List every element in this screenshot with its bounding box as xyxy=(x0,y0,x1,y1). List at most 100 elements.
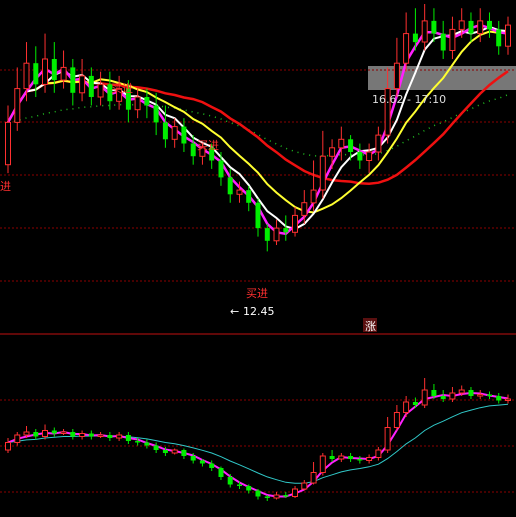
sub-candle xyxy=(505,398,511,401)
sub-candle xyxy=(384,427,391,451)
main-candle xyxy=(431,20,437,34)
buy-signal-label-1: 买进 xyxy=(111,82,133,95)
main-candle xyxy=(246,190,252,203)
main-candle xyxy=(23,62,30,90)
main-candle xyxy=(273,227,280,242)
main-candle xyxy=(153,105,159,123)
sub-candle xyxy=(440,396,446,399)
main-candle xyxy=(218,160,224,178)
low-price-arrow: ← xyxy=(230,305,239,318)
sub-candle xyxy=(199,460,205,464)
main-candle xyxy=(134,96,141,111)
main-candle xyxy=(60,66,67,81)
rise-badge[interactable]: 涨 xyxy=(365,320,376,333)
main-candle xyxy=(236,189,243,195)
sub-candle xyxy=(310,472,317,484)
sub-candle xyxy=(301,482,308,490)
sub-candle xyxy=(79,433,86,437)
sub-candle xyxy=(23,431,30,436)
main-candle xyxy=(283,228,289,233)
main-candle xyxy=(33,63,39,85)
main-candle xyxy=(393,62,400,90)
sub-candle xyxy=(144,442,150,446)
sub-candle xyxy=(421,389,428,406)
sub-candle xyxy=(273,494,280,499)
main-candles xyxy=(5,4,511,252)
sub-candle xyxy=(246,486,252,491)
main-candle xyxy=(5,121,11,166)
sub-candle xyxy=(431,390,437,396)
sub-candle xyxy=(468,390,474,396)
main-candle xyxy=(468,20,474,34)
sub-candle xyxy=(338,455,345,460)
main-candle xyxy=(181,126,187,144)
sub-candle xyxy=(60,431,67,434)
sub-candle xyxy=(375,449,382,458)
sub-candle xyxy=(107,435,113,438)
stock-kline-chart[interactable]: 买进 买进 买进 ← 12.45 16.62 - 17:10 涨 进 xyxy=(0,0,516,517)
main-candle xyxy=(449,28,456,51)
sub-indicator-lines xyxy=(7,391,509,498)
sub-candle xyxy=(51,430,57,434)
sub-candle xyxy=(70,432,76,437)
main-candle xyxy=(403,33,410,64)
main-candle xyxy=(366,151,373,161)
main-candle xyxy=(79,75,86,94)
main-candle xyxy=(477,20,484,35)
main-candle xyxy=(301,202,308,216)
main-candle xyxy=(88,75,94,97)
main-candle xyxy=(440,33,446,51)
main-candle xyxy=(310,189,317,204)
main-candle xyxy=(329,147,336,157)
sub-candle xyxy=(97,434,104,437)
sub-candle xyxy=(153,445,159,450)
sub-candle xyxy=(116,434,123,439)
sub-candle xyxy=(264,496,270,498)
main-candle xyxy=(227,177,233,195)
sub-candle xyxy=(477,394,484,397)
sub-candle xyxy=(403,401,410,413)
sub-candle xyxy=(14,434,21,443)
sub-candle xyxy=(357,459,363,461)
sub-candle xyxy=(412,402,418,405)
main-candle xyxy=(51,59,57,81)
grid-lines xyxy=(0,69,516,493)
sub-candle xyxy=(292,488,298,497)
sub-candle xyxy=(255,490,261,497)
sub-candle xyxy=(329,456,335,459)
main-candle xyxy=(162,122,168,140)
sub-candle xyxy=(458,389,465,394)
sub-candle xyxy=(449,392,456,400)
buy-signal-label-2: 买进 xyxy=(197,139,219,152)
main-candle xyxy=(42,58,48,85)
left-edge-marker: 进 xyxy=(0,180,11,193)
main-candle xyxy=(97,83,104,98)
sub-candle xyxy=(218,468,224,477)
low-price-label: 12.45 xyxy=(243,305,275,318)
main-candle xyxy=(375,134,382,153)
main-candle xyxy=(505,24,511,47)
sub-candle xyxy=(5,442,11,451)
sub-candle xyxy=(135,441,141,443)
sub-main-line xyxy=(7,391,509,498)
main-candle xyxy=(14,88,21,123)
sub-candle xyxy=(319,455,326,473)
main-candle xyxy=(357,152,363,161)
sub-candle xyxy=(227,477,233,485)
main-candle xyxy=(319,155,326,191)
main-candle xyxy=(412,33,418,43)
main-candle xyxy=(458,20,465,30)
main-candle xyxy=(70,67,76,93)
main-candle xyxy=(144,97,150,106)
sub-signal-line xyxy=(7,403,509,484)
crosshair-readout: 16.62 - 17:10 xyxy=(372,93,446,106)
sub-candle xyxy=(496,396,502,401)
sub-candle xyxy=(366,457,373,461)
main-candle xyxy=(348,139,354,152)
sub-candle xyxy=(88,433,94,437)
main-candle xyxy=(421,20,428,43)
sub-candle xyxy=(348,456,354,459)
main-candle xyxy=(264,228,270,241)
sub-candle xyxy=(42,430,48,437)
sub-candle xyxy=(393,412,400,428)
